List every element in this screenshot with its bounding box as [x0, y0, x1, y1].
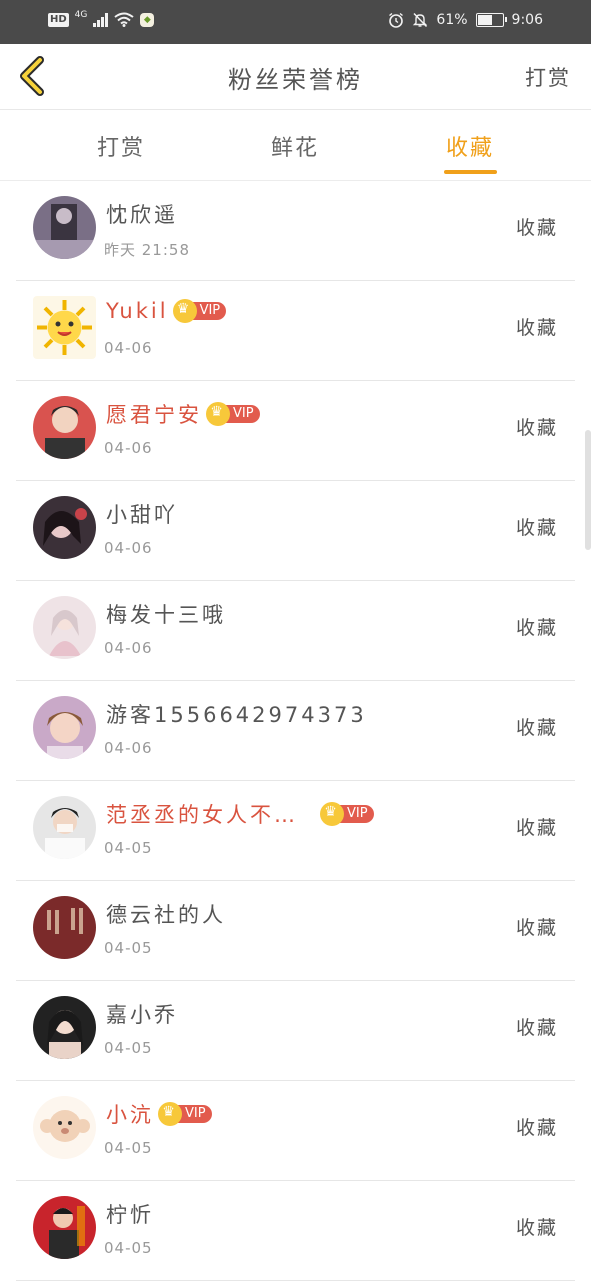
avatar[interactable]: [33, 196, 96, 259]
avatar[interactable]: [33, 1096, 96, 1159]
fan-time: 昨天 21:58: [104, 241, 190, 259]
tab-bar: 打赏 鲜花 收藏: [0, 110, 591, 181]
fan-time: 04-05: [104, 1139, 153, 1157]
list-item[interactable]: 梅发十三哦 04-06 收藏: [16, 581, 575, 681]
fan-name: 愿君宁安 VIP: [106, 399, 260, 429]
action-label: 收藏: [515, 817, 558, 839]
action-label: 收藏: [515, 917, 558, 939]
action-label: 收藏: [515, 317, 558, 339]
fan-name: 柠忻: [106, 1203, 154, 1227]
fan-name: Yukil VIP: [106, 299, 227, 323]
fan-time: 04-06: [104, 339, 153, 357]
list-item[interactable]: 小沆 VIP 04-05 收藏: [16, 1081, 575, 1181]
fan-name: 梅发十三哦: [106, 603, 226, 627]
signal-icon: [93, 12, 109, 27]
network-type: 4G: [74, 9, 88, 20]
fan-time: 04-06: [104, 639, 153, 657]
wifi-icon: [114, 12, 134, 27]
list-item[interactable]: 忱欣遥 昨天 21:58 收藏: [16, 181, 575, 281]
mute-icon: [413, 12, 428, 28]
fan-name: 小甜吖: [106, 503, 178, 527]
avatar[interactable]: [33, 296, 96, 359]
fan-name: 忱欣遥: [106, 203, 178, 227]
vip-badge: VIP: [172, 299, 227, 323]
top-app-bar: 粉丝荣誉榜 打赏: [0, 44, 591, 110]
tab-favorites[interactable]: 收藏: [446, 130, 494, 162]
fan-time: 04-05: [104, 839, 153, 857]
avatar[interactable]: [33, 996, 96, 1059]
list-item[interactable]: 愿君宁安 VIP 04-06 收藏: [16, 381, 575, 481]
fan-time: 04-06: [104, 739, 153, 757]
battery-icon: [475, 13, 507, 27]
action-label: 收藏: [515, 1017, 558, 1039]
crown-icon: [206, 402, 230, 426]
action-label: 收藏: [515, 417, 558, 439]
list-item[interactable]: Yukil VIP 04-06 收藏: [16, 281, 575, 381]
crown-icon: [320, 802, 344, 826]
action-label: 收藏: [515, 717, 558, 739]
status-left: HD 4G ◆: [48, 9, 155, 27]
fan-list: 忱欣遥 昨天 21:58 收藏 Yukil VIP 04-06 收藏 愿君宁安 …: [16, 181, 575, 1281]
page-title: 粉丝荣誉榜: [228, 66, 363, 94]
avatar[interactable]: [33, 696, 96, 759]
action-label: 收藏: [515, 217, 558, 239]
reward-button[interactable]: 打赏: [525, 62, 571, 92]
tab-flowers[interactable]: 鲜花: [271, 130, 319, 162]
fan-name: 嘉小乔: [106, 1003, 178, 1027]
fan-name: 游客1556642974373: [106, 703, 367, 727]
crown-icon: [172, 299, 197, 323]
clock: 9:06: [511, 12, 543, 28]
vip-badge: VIP: [320, 802, 374, 826]
action-label: 收藏: [515, 1117, 558, 1139]
fan-name: 小沆 VIP: [106, 1099, 212, 1129]
scrollbar[interactable]: [585, 430, 591, 550]
active-tab-indicator: [444, 170, 497, 174]
action-label: 收藏: [515, 517, 558, 539]
vip-badge: VIP: [158, 1102, 212, 1126]
fan-time: 04-05: [104, 1039, 153, 1057]
fan-name: 范丞丞的女人不… VIP: [106, 799, 374, 829]
vip-badge: VIP: [206, 402, 260, 426]
fan-time: 04-05: [104, 939, 153, 957]
list-item[interactable]: 嘉小乔 04-05 收藏: [16, 981, 575, 1081]
tab-reward[interactable]: 打赏: [97, 130, 145, 162]
alarm-icon: [389, 12, 404, 28]
battery-percent: 61%: [436, 12, 468, 28]
fan-time: 04-06: [104, 439, 153, 457]
action-label: 收藏: [515, 1217, 558, 1239]
avatar[interactable]: [33, 496, 96, 559]
app-notification-icon: ◆: [140, 12, 155, 27]
list-item[interactable]: 游客1556642974373 04-06 收藏: [16, 681, 575, 781]
status-right: 61% 9:06: [388, 12, 543, 28]
list-item[interactable]: 德云社的人 04-05 收藏: [16, 881, 575, 981]
avatar[interactable]: [33, 796, 96, 859]
list-item[interactable]: 小甜吖 04-06 收藏: [16, 481, 575, 581]
crown-icon: [158, 1102, 182, 1126]
avatar[interactable]: [33, 396, 96, 459]
avatar[interactable]: [33, 1196, 96, 1259]
fan-time: 04-06: [104, 539, 153, 557]
hd-badge: HD: [48, 12, 69, 27]
avatar[interactable]: [33, 596, 96, 659]
list-item[interactable]: 范丞丞的女人不… VIP 04-05 收藏: [16, 781, 575, 881]
status-bar: HD 4G ◆ 61% 9:06: [0, 0, 591, 44]
fan-time: 04-05: [104, 1239, 153, 1257]
fan-name: 德云社的人: [106, 903, 226, 927]
list-item[interactable]: 柠忻 04-05 收藏: [16, 1181, 575, 1281]
avatar[interactable]: [33, 896, 96, 959]
action-label: 收藏: [515, 617, 558, 639]
